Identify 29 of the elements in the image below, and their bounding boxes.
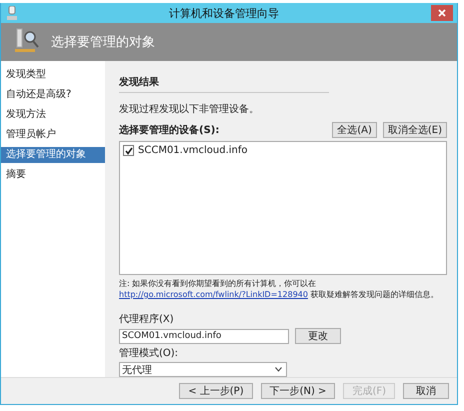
change-button[interactable]: 更改 [295,328,341,344]
description-text: 发现过程发现以下非管理设备。 [119,102,260,116]
wizard-button[interactable]: 取消 [403,383,449,399]
agent-label: 代理程序(X) [119,312,175,326]
help-link[interactable]: http://go.microsoft.com/fwlink/?LinkID=128940 [119,290,308,299]
select-button[interactable]: 全选(A) [332,122,377,138]
app-icon [7,6,17,20]
chevron-down-icon[interactable] [275,367,282,372]
mode-label: 管理模式(O): [119,346,180,360]
window-title: 计算机和设备管理向导 [168,6,280,20]
page-title: 选择要管理的对象 [51,34,155,51]
sidebar-item[interactable]: 摘要 [1,167,105,183]
note-text: 注: 如果你没有看到你期望看到的所有计算机，你可以在 http://go.microsoft.com/fwlink/?LinkID=128940 获取疑难解答发现问题的详细信息。 [119,278,440,300]
devices-label: 选择要管理的设备(S): [119,124,220,137]
sidebar-item[interactable]: 发现类型 [1,67,105,83]
select-button[interactable]: 取消全选(E) [382,122,447,138]
sidebar-item[interactable]: 管理员帐户 [1,127,105,143]
sidebar-item[interactable]: 自动还是高级? [1,87,105,103]
mode-dropdown[interactable]: 无代理 [119,362,287,377]
checkbox[interactable] [123,145,134,156]
wizard-button[interactable]: < 上一步(P) [179,383,253,399]
agent-field[interactable]: SCOM01.vmcloud.info [119,328,289,344]
section-title: 发现结果 [119,75,329,93]
sidebar-item[interactable]: 发现方法 [1,107,105,123]
wizard-button[interactable]: 下一步(N) > [260,383,336,399]
close-icon[interactable] [438,9,446,17]
sidebar-item[interactable]: 选择要管理的对象 [1,147,105,163]
close-button[interactable] [431,5,453,21]
device-name: SCCM01.vmcloud.info [138,145,248,156]
